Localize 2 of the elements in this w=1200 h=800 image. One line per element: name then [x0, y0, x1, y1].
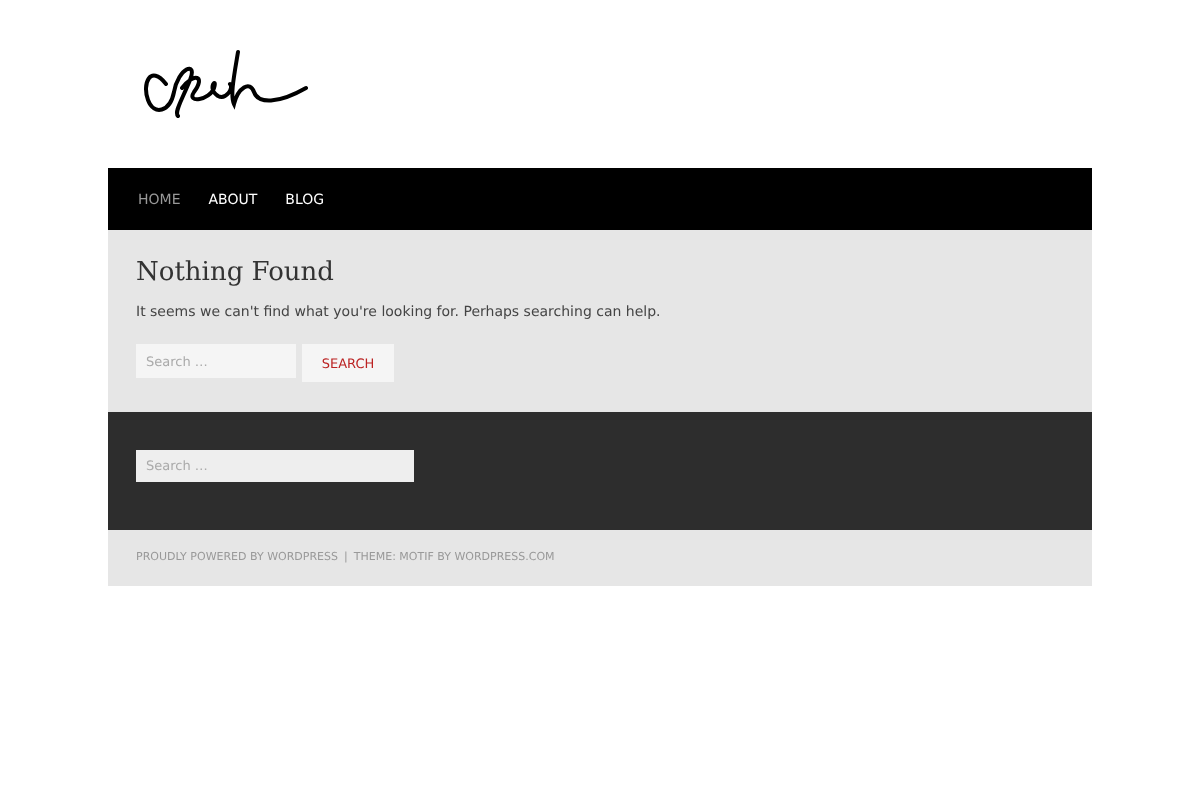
- signature-logo[interactable]: [138, 44, 310, 124]
- page-title: Nothing Found: [136, 258, 336, 288]
